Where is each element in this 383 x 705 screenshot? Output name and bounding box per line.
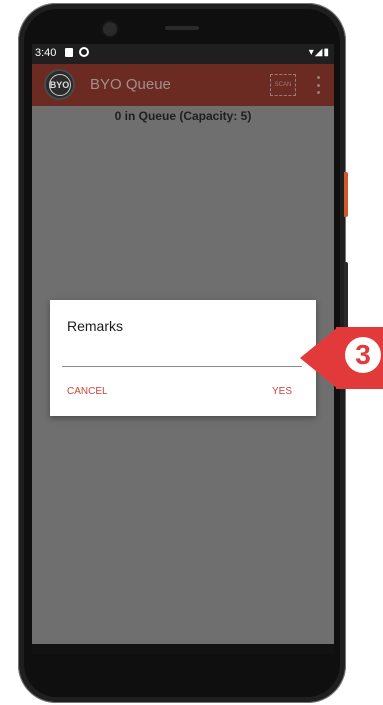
callout-arrow [300,327,338,389]
app-screen: 3:40 ▾◢▮ BYO BYO Queue SCAN 0 in Queue (… [32,44,334,654]
yes-button[interactable]: YES [272,386,292,397]
app-logo: BYO [44,69,75,100]
status-bar: 3:40 ▾◢▮ [32,44,334,64]
step-callout: 3 [300,322,383,394]
cancel-button[interactable]: CANCEL [67,386,108,397]
status-time: 3:40 [35,47,57,59]
power-button [344,172,348,217]
queue-summary: 0 in Queue (Capacity: 5) [114,109,252,123]
remarks-input[interactable] [62,344,302,367]
signal-battery-icons: ▾◢▮ [308,47,330,58]
front-camera [103,22,117,36]
earpiece-speaker [165,26,199,30]
remarks-dialog: Remarks CANCEL YES [50,300,316,416]
logo-text: BYO [48,73,71,96]
step-number-badge: 3 [345,337,381,373]
sync-icon [79,47,89,57]
app-title: BYO Queue [90,76,171,93]
dialog-title: Remarks [67,318,124,334]
scan-label: SCAN [274,82,292,88]
app-bar: BYO BYO Queue SCAN [32,64,334,106]
scan-qr-icon[interactable]: SCAN [270,74,296,96]
sim-icon [65,48,73,57]
overflow-menu-icon[interactable] [316,76,320,94]
navigation-bar [32,644,334,654]
